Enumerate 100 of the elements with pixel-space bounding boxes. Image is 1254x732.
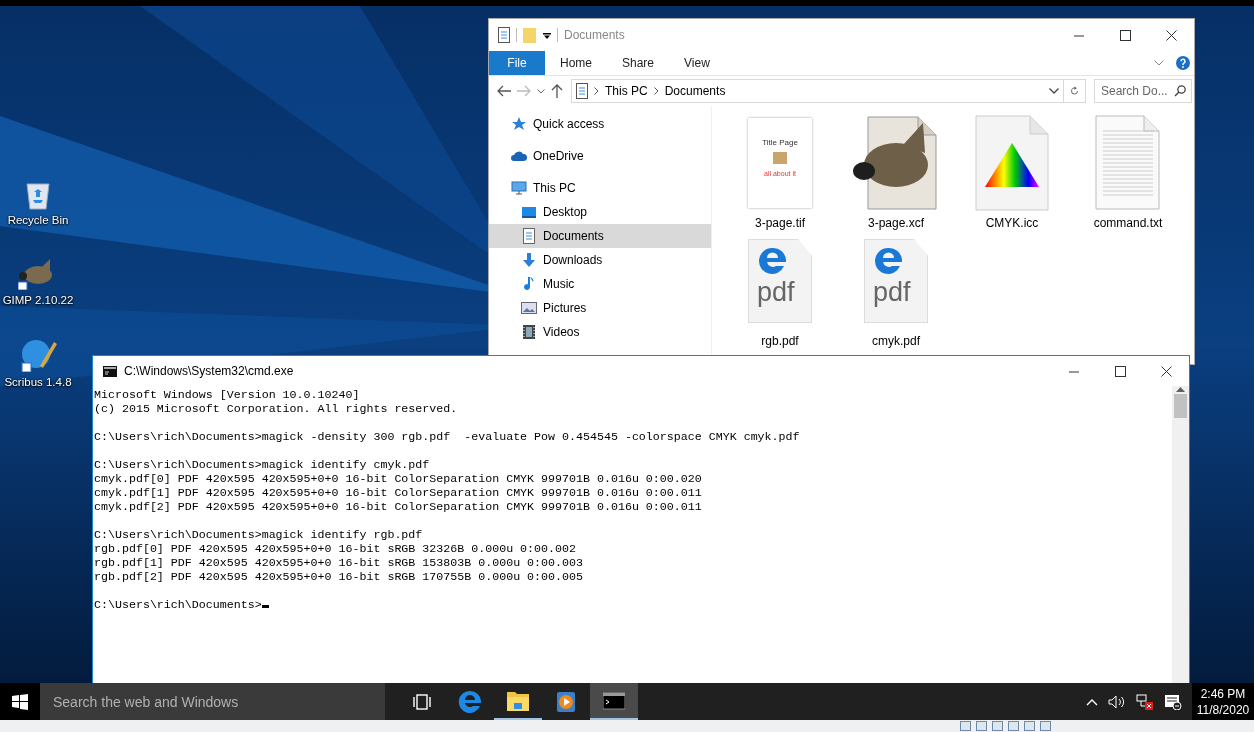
search-field[interactable]: Search Do... xyxy=(1094,79,1192,103)
taskbar-app-button[interactable] xyxy=(590,683,638,720)
console-line: rgb.pdf[0] PDF 420x595 420x595+0+0 16-bit sRGB 32326B 0.000u 0:00.002 xyxy=(94,542,576,555)
edge-logo-icon xyxy=(458,689,482,714)
nav-item[interactable]: Pictures xyxy=(489,296,711,320)
console-line: cmyk.pdf[2] PDF 420x595 420x595+0+0 16-bit ColorSeparation CMYK 999701B 0.016u 0:00.011 xyxy=(94,500,702,513)
start-button[interactable] xyxy=(0,683,40,720)
chevron-right-icon xyxy=(594,87,599,95)
thumbnail-title: Title Page xyxy=(762,138,798,147)
nav-item[interactable]: Downloads xyxy=(489,248,711,272)
file-name[interactable]: 3-page.xcf xyxy=(867,216,924,230)
window-title: Documents xyxy=(564,28,625,42)
thumbnail-image xyxy=(773,152,787,164)
color-profile-icon xyxy=(975,115,1049,211)
scroll-up-icon xyxy=(1176,386,1185,392)
icon-label[interactable]: GIMP 2.10.22 xyxy=(2,294,74,306)
task-view-icon xyxy=(412,691,432,712)
back-button[interactable] xyxy=(497,85,511,97)
clock[interactable]: 2:46 PM 11/8/2020 xyxy=(1192,683,1254,720)
pen-circle-icon[interactable] xyxy=(18,338,58,372)
pictures-icon xyxy=(521,300,537,316)
console-icon xyxy=(103,365,117,377)
nav-item[interactable]: Documents xyxy=(489,224,711,248)
console-line: C:\Users\rich\Documents> xyxy=(94,598,262,611)
forward-icon xyxy=(517,85,531,97)
edge-logo-icon xyxy=(873,246,903,276)
clock-date: 11/8/2020 xyxy=(1196,701,1250,718)
console-icon xyxy=(603,691,625,710)
chevron-down-icon[interactable] xyxy=(1049,88,1059,94)
address-bar[interactable]: This PC Documents xyxy=(571,79,1064,103)
file-name[interactable]: cmyk.pdf xyxy=(872,334,920,348)
status-icon xyxy=(960,721,971,731)
breadcrumb-item[interactable]: Documents xyxy=(664,84,726,98)
monitor-icon xyxy=(511,180,527,196)
breadcrumb-item[interactable]: This PC xyxy=(605,84,648,98)
document-icon xyxy=(521,228,537,244)
network-error-icon[interactable] xyxy=(1136,693,1154,710)
file-menu-button[interactable]: File xyxy=(489,51,545,75)
console-line: cmyk.pdf[1] PDF 420x595 420x595+0+0 16-bit ColorSeparation CMYK 999701B 0.016u 0:00.011 xyxy=(94,486,702,499)
status-icon xyxy=(1024,721,1035,731)
file-name[interactable]: rgb.pdf xyxy=(761,334,799,348)
nav-item[interactable]: Desktop xyxy=(489,200,711,224)
console-line: rgb.pdf[2] PDF 420x595 420x595+0+0 16-bit sRGB 170755B 0.000u 0:00.005 xyxy=(94,570,583,583)
document-icon xyxy=(498,27,510,43)
console-line: C:\Users\rich\Documents>magick identify rgb.pdf xyxy=(94,528,423,541)
console-line: C:\Users\rich\Documents>magick -density 300 rgb.pdf -evaluate Pow 0.454545 -colorspace CMYK cmyk.pdf xyxy=(94,430,800,443)
window-title: C:\Windows\System32\cmd.exe xyxy=(124,364,294,378)
volume-icon[interactable] xyxy=(1108,694,1126,709)
console-line: C:\Users\rich\Documents>magick identify cmyk.pdf xyxy=(94,458,430,471)
console-line: cmyk.pdf[0] PDF 420x595 420x595+0+0 16-bit ColorSeparation CMYK 999701B 0.016u 0:00.020 xyxy=(94,472,702,485)
status-icon xyxy=(992,721,1003,731)
close-icon xyxy=(1165,29,1177,41)
icon-label[interactable]: Scribus 1.4.8 xyxy=(4,376,72,388)
download-icon xyxy=(521,252,537,268)
scrollbar[interactable] xyxy=(1172,386,1189,683)
pdf-label: pdf xyxy=(873,278,911,306)
status-icon xyxy=(1040,721,1051,731)
clock-time: 2:46 PM xyxy=(1200,685,1246,702)
nav-item[interactable]: Quick access xyxy=(489,112,711,136)
console-line: rgb.pdf[1] PDF 420x595 420x595+0+0 16-bit sRGB 153803B 0.000u 0:00.003 xyxy=(94,556,583,569)
caret-icon[interactable] xyxy=(543,31,551,39)
text-file-icon xyxy=(1095,115,1161,211)
file-name[interactable]: 3-page.tif xyxy=(754,216,805,230)
ribbon-tab[interactable]: Home xyxy=(545,51,607,75)
help-icon[interactable] xyxy=(1176,56,1190,70)
console-line: Microsoft Windows [Version 10.0.10240] xyxy=(94,388,360,401)
status-icon xyxy=(1008,721,1019,731)
file-name[interactable]: CMYK.icc xyxy=(985,216,1039,230)
close-icon xyxy=(1160,365,1172,377)
console-line: (c) 2015 Microsoft Corporation. All rights reserved. xyxy=(94,402,458,415)
maximize-icon xyxy=(1119,29,1131,41)
icon-label[interactable]: Recycle Bin xyxy=(7,214,69,226)
show-hidden-icons-icon[interactable] xyxy=(1086,697,1098,706)
search-field[interactable]: Search the web and Windows xyxy=(40,683,385,720)
ribbon-tab[interactable]: Share xyxy=(607,51,670,75)
scroll-thumb[interactable] xyxy=(1174,394,1187,418)
ribbon-tab[interactable]: View xyxy=(669,51,725,75)
nav-item[interactable]: OneDrive xyxy=(489,144,711,168)
chevron-right-icon xyxy=(653,87,659,95)
desktop-icon xyxy=(521,204,537,220)
up-button[interactable] xyxy=(551,84,563,98)
film-icon xyxy=(521,324,537,340)
document-icon xyxy=(576,83,588,99)
recent-locations-button[interactable] xyxy=(537,88,545,94)
recent-locations-icon xyxy=(537,88,545,94)
pdf-label: pdf xyxy=(757,278,795,306)
back-icon xyxy=(497,85,511,97)
maximize-icon xyxy=(1114,365,1126,377)
nav-item[interactable]: This PC xyxy=(489,176,711,200)
star-icon xyxy=(511,116,527,132)
status-icon xyxy=(976,721,987,731)
action-center-icon[interactable] xyxy=(1164,693,1182,710)
edge-logo-icon xyxy=(757,246,787,276)
media-player-icon xyxy=(555,689,577,714)
windows-logo-icon xyxy=(12,693,28,710)
refresh-icon xyxy=(1070,85,1079,97)
file-name[interactable]: command.txt xyxy=(1093,216,1163,230)
nav-item[interactable]: Music xyxy=(489,272,711,296)
nav-item[interactable]: Videos xyxy=(489,320,711,344)
up-icon xyxy=(551,84,563,98)
